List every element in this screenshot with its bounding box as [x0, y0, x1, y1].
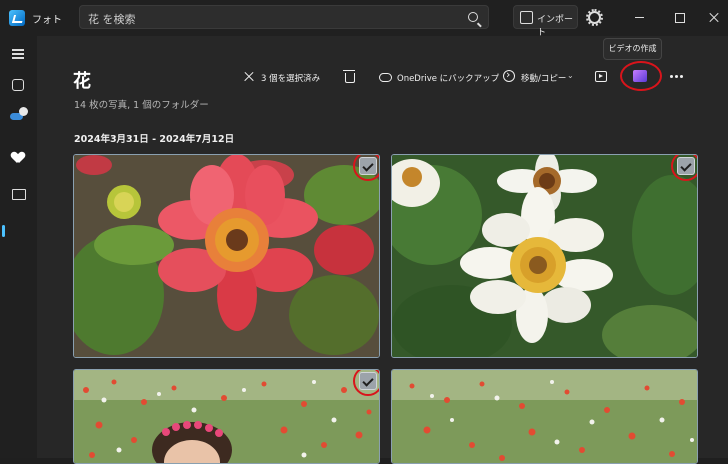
search-input[interactable]: 花 を検索: [88, 11, 136, 27]
title-bar: フォト 花 を検索 インポート: [0, 0, 728, 38]
annotation-circle: [671, 155, 697, 181]
onedrive-backup-label: OneDrive にバックアップ: [397, 74, 500, 84]
close-button[interactable]: [706, 10, 722, 26]
flower-field-girl-image: [74, 370, 379, 463]
pink-zinnia-image: [74, 155, 379, 357]
import-button[interactable]: インポート: [513, 5, 578, 38]
chevron-down-icon: ⌄: [567, 71, 574, 80]
folder-icon: [12, 189, 26, 200]
nav-folders[interactable]: [6, 181, 30, 205]
annotation-circle: [620, 61, 662, 91]
gallery-icon: [12, 79, 24, 91]
navigation-rail: [0, 36, 37, 458]
more-options-icon[interactable]: [670, 75, 673, 78]
photo-tile-white-zinnia[interactable]: [391, 154, 698, 358]
photos-app-icon: [9, 10, 25, 26]
nav-onedrive[interactable]: [6, 104, 30, 128]
maximize-button[interactable]: [672, 10, 688, 26]
photo-tile-flower-field[interactable]: [391, 369, 698, 464]
import-icon: [520, 11, 533, 24]
sync-badge-icon: [19, 107, 28, 116]
annotation-circle: [353, 370, 379, 396]
date-range-header: 2024年3月31日 - 2024年7月12日: [74, 134, 235, 145]
search-icon[interactable]: [468, 12, 478, 22]
annotation-circle: [353, 155, 379, 181]
slideshow-video-icon[interactable]: [595, 71, 607, 82]
flower-field-image: [392, 370, 697, 463]
nav-favorites[interactable]: [6, 144, 30, 168]
photo-tile-pink-zinnia[interactable]: [73, 154, 380, 358]
photo-tile-flower-field-girl[interactable]: [73, 369, 380, 464]
menu-button[interactable]: [6, 42, 30, 66]
heart-icon: [12, 152, 24, 162]
nav-gallery[interactable]: [6, 73, 30, 97]
active-nav-indicator: [2, 225, 5, 237]
settings-button[interactable]: [585, 8, 605, 28]
import-label: インポート: [537, 15, 574, 38]
arrow-right-circle-icon: [503, 68, 515, 82]
white-zinnia-image: [392, 155, 697, 357]
close-icon: [709, 12, 719, 23]
minimize-button[interactable]: [631, 10, 647, 26]
selection-count: 3 個を選択済み: [261, 74, 321, 84]
minimize-icon: [635, 17, 644, 18]
hamburger-icon: [12, 49, 24, 51]
gear-icon: [586, 9, 603, 26]
move-copy-label: 移動/コピー: [521, 74, 567, 84]
cloud-upload-icon: [379, 73, 392, 82]
close-icon: [243, 70, 255, 82]
create-video-tooltip: ビデオの作成: [603, 38, 662, 60]
maximize-icon: [675, 13, 685, 23]
folder-summary: 14 枚の写真, 1 個のフォルダー: [74, 100, 209, 111]
search-box[interactable]: 花 を検索: [79, 5, 489, 29]
page-title: 花: [73, 71, 91, 92]
app-title: フォト: [32, 15, 62, 26]
trash-icon: [343, 70, 355, 83]
